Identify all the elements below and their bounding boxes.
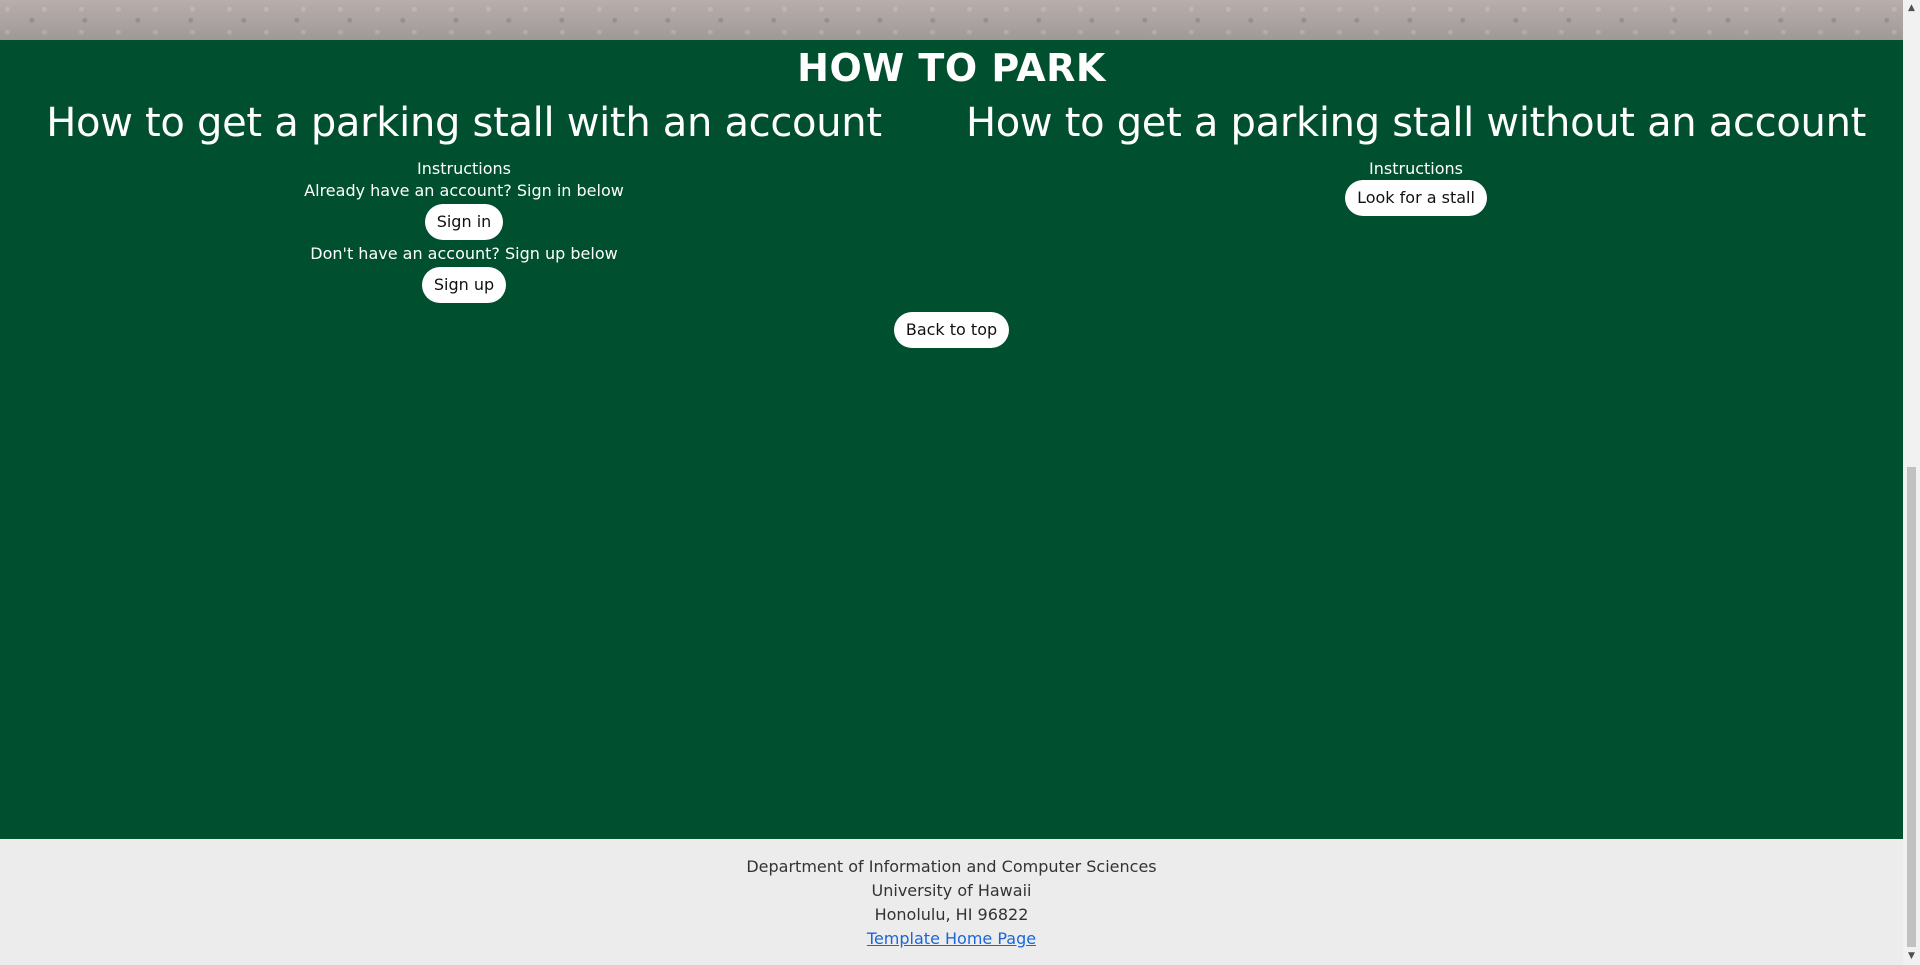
scrollbar-thumb[interactable]: [1907, 467, 1916, 947]
signup-prompt: Don't have an account? Sign up below: [310, 244, 618, 263]
back-to-top-button[interactable]: Back to top: [893, 312, 1010, 348]
look-for-stall-button[interactable]: Look for a stall: [1345, 180, 1487, 216]
vertical-scrollbar[interactable]: ▲ ▼: [1903, 0, 1920, 965]
hero-image-strip: [0, 0, 1903, 40]
how-to-park-section: HOW TO PARK How to get a parking stall w…: [0, 40, 1903, 839]
sign-in-button[interactable]: Sign in: [424, 204, 504, 240]
without-account-column: How to get a parking stall without an ac…: [952, 95, 1880, 218]
section-title: HOW TO PARK: [797, 46, 1106, 90]
scroll-down-arrow-icon[interactable]: ▼: [1903, 948, 1920, 965]
scroll-up-arrow-icon[interactable]: ▲: [1903, 0, 1920, 17]
without-account-heading: How to get a parking stall without an ac…: [965, 100, 1867, 146]
footer: Department of Information and Computer S…: [0, 839, 1903, 965]
sign-up-button[interactable]: Sign up: [421, 267, 507, 303]
with-account-heading: How to get a parking stall with an accou…: [46, 100, 882, 146]
with-account-column: How to get a parking stall with an accou…: [0, 95, 928, 305]
with-account-instructions: Instructions: [417, 159, 511, 178]
back-to-top-wrap: Back to top: [0, 312, 1903, 348]
page-viewport: HOW TO PARK How to get a parking stall w…: [0, 0, 1903, 965]
without-account-instructions: Instructions: [1369, 159, 1463, 178]
template-home-link[interactable]: Template Home Page: [867, 929, 1036, 948]
footer-address: Honolulu, HI 96822: [874, 905, 1029, 924]
footer-department: Department of Information and Computer S…: [746, 857, 1157, 876]
signin-prompt: Already have an account? Sign in below: [304, 181, 624, 200]
footer-university: University of Hawaii: [871, 881, 1032, 900]
